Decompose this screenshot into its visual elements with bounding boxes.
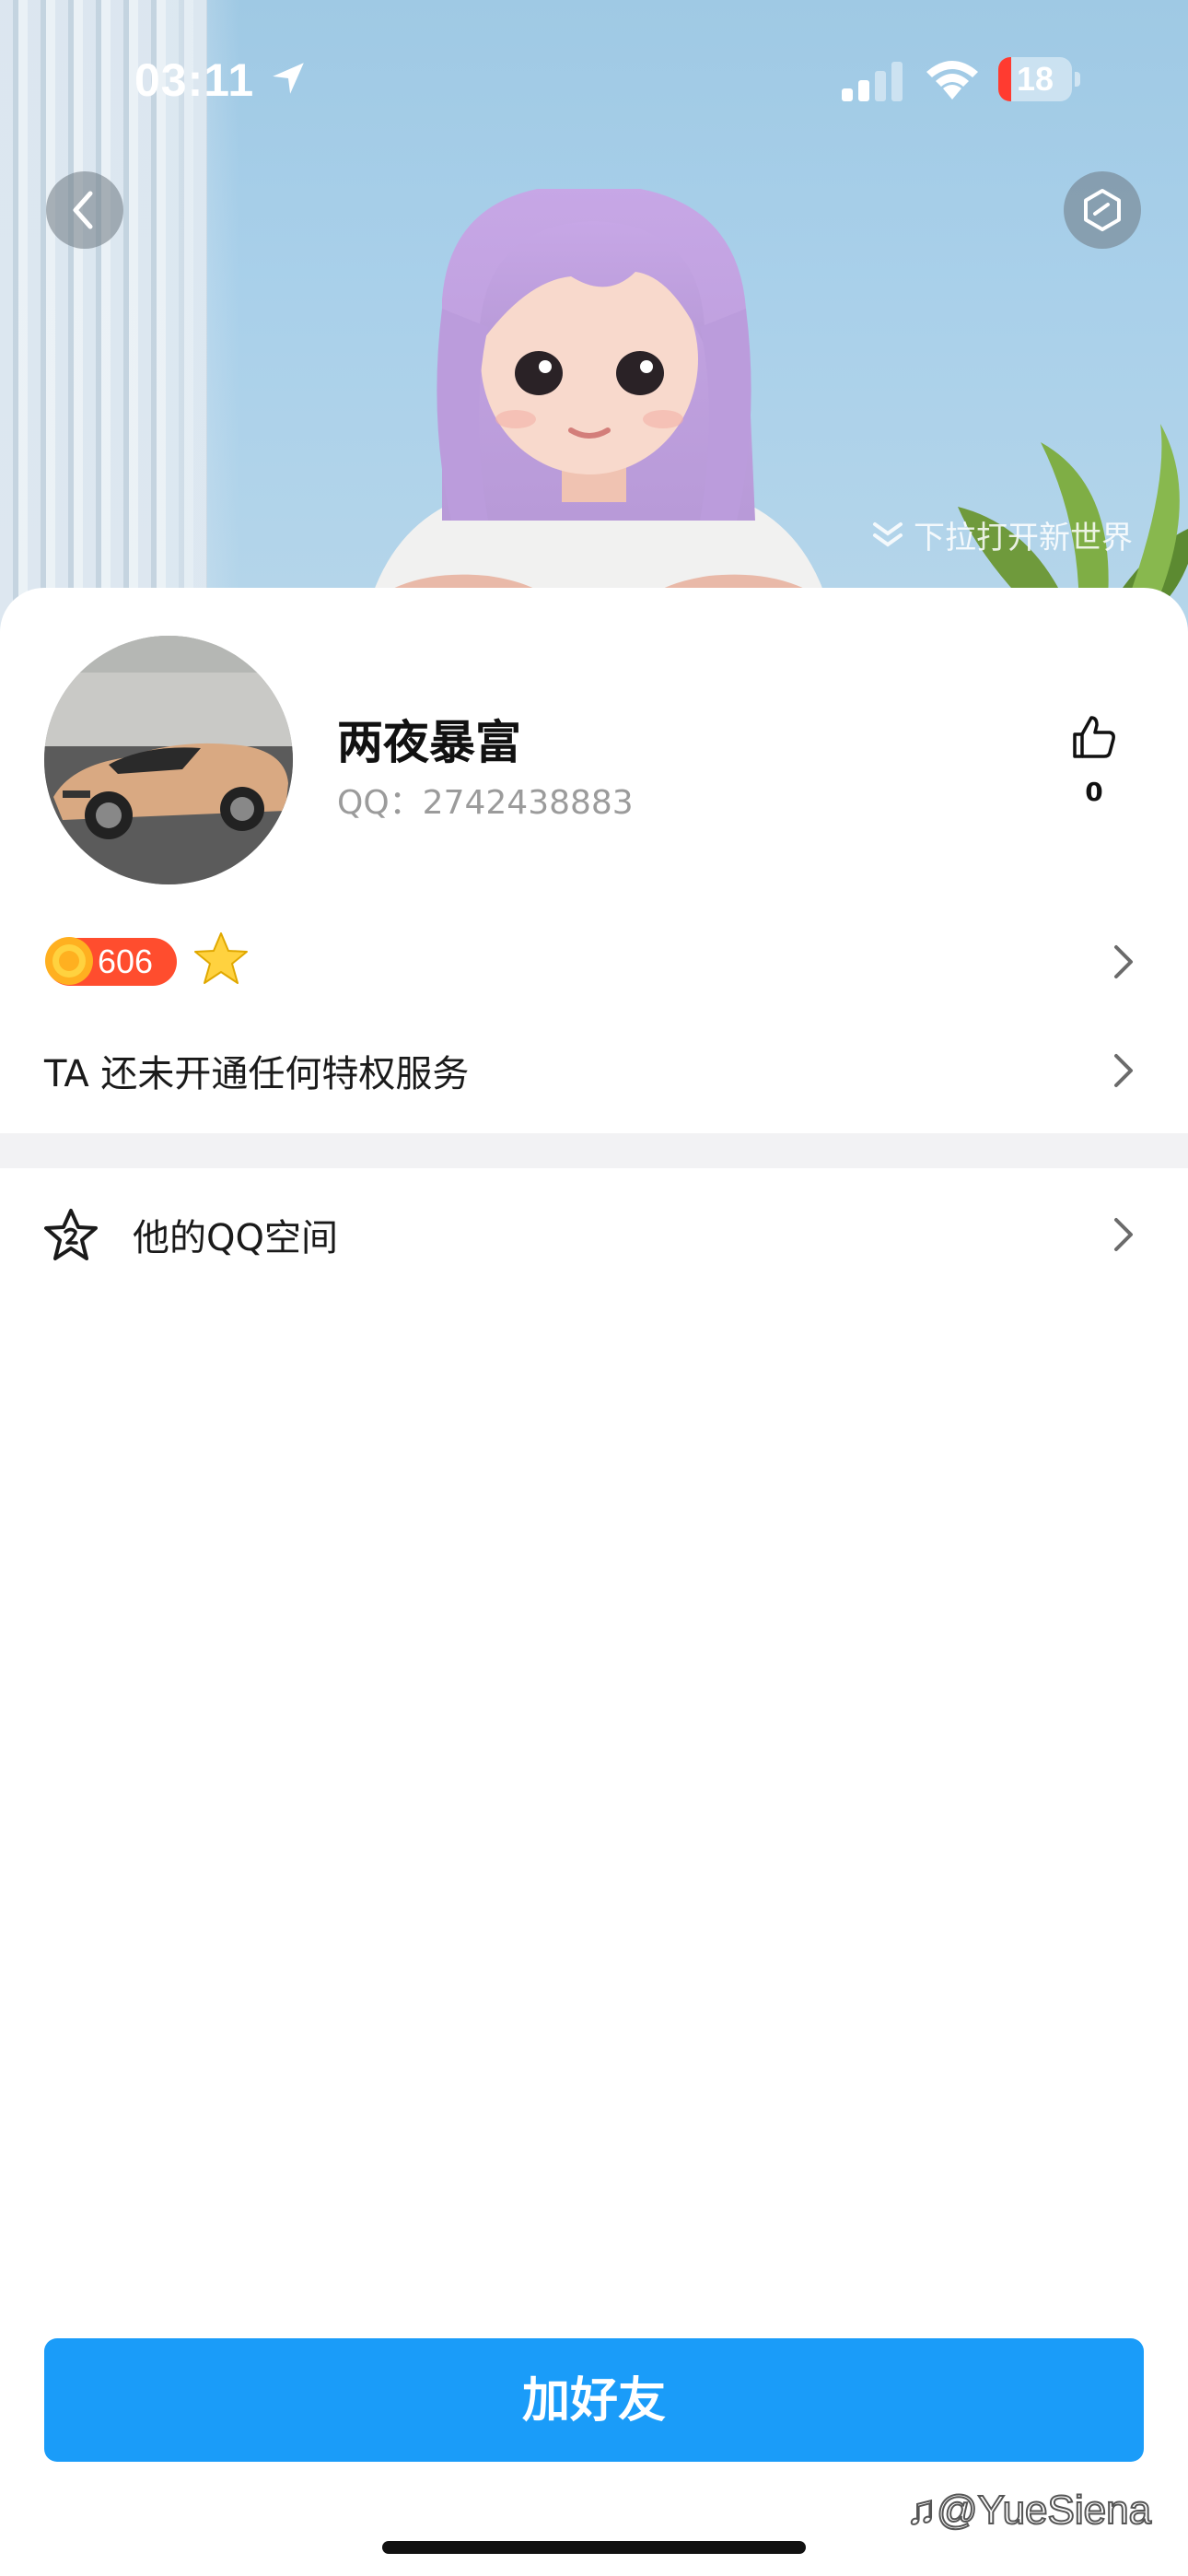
- cellular-signal-icon: [842, 62, 903, 101]
- level-coin-value: 606: [98, 943, 154, 980]
- qq-number: QQ：2742438883: [337, 784, 634, 822]
- qq-zone-row[interactable]: 他的QQ空间: [0, 1198, 1188, 1271]
- battery-indicator: 18: [998, 57, 1081, 101]
- thumbs-up-icon: [1073, 716, 1115, 758]
- watermark: ♫@YueSiena: [905, 2487, 1152, 2534]
- privilege-text: TA 还未开通任何特权服务: [44, 1053, 470, 1095]
- profile-name: 两夜暴富: [337, 716, 521, 769]
- level-coin-badge: 606: [45, 937, 177, 986]
- profile-cover[interactable]: 03:11 18 下拉打开新世界: [0, 0, 1188, 645]
- profile-card: [0, 588, 1188, 2576]
- like-count: 0: [1085, 777, 1103, 807]
- chevron-right-icon: [1114, 945, 1133, 978]
- status-time: 03:11: [134, 54, 255, 106]
- watermark-logo-icon: ♫: [905, 2487, 938, 2534]
- chevron-right-icon: [1114, 1218, 1133, 1251]
- level-row[interactable]: 606: [0, 925, 1188, 999]
- sun-coin-icon: [45, 937, 93, 985]
- back-button[interactable]: [46, 171, 123, 249]
- star-2-icon: [44, 1209, 98, 1260]
- qq-zone-label: 他的QQ空间: [133, 1217, 338, 1259]
- wifi-icon: [926, 61, 978, 100]
- chevron-left-icon: [73, 191, 93, 229]
- watermark-text: @YueSiena: [936, 2487, 1152, 2534]
- double-chevron-down-icon: [873, 522, 903, 547]
- privilege-row[interactable]: TA 还未开通任何特权服务: [0, 1034, 1188, 1107]
- location-arrow-icon: [273, 63, 304, 94]
- hexagon-settings-icon: [1084, 189, 1121, 231]
- chevron-right-icon: [1114, 1054, 1133, 1087]
- battery-level: 18: [1016, 60, 1054, 98]
- avatar-car-image: [44, 636, 293, 884]
- add-friend-button[interactable]: 加好友: [44, 2338, 1144, 2462]
- pull-down-hint[interactable]: 下拉打开新世界: [871, 514, 1133, 556]
- settings-button[interactable]: [1064, 171, 1141, 249]
- 3d-avatar-character: [350, 189, 847, 645]
- section-divider: [0, 1133, 1188, 1168]
- home-indicator[interactable]: [382, 2541, 806, 2554]
- like-button[interactable]: 0: [1064, 714, 1124, 807]
- avatar[interactable]: [44, 636, 293, 884]
- pull-down-hint-text: 下拉打开新世界: [914, 519, 1133, 556]
- star-level-icon: [194, 932, 248, 984]
